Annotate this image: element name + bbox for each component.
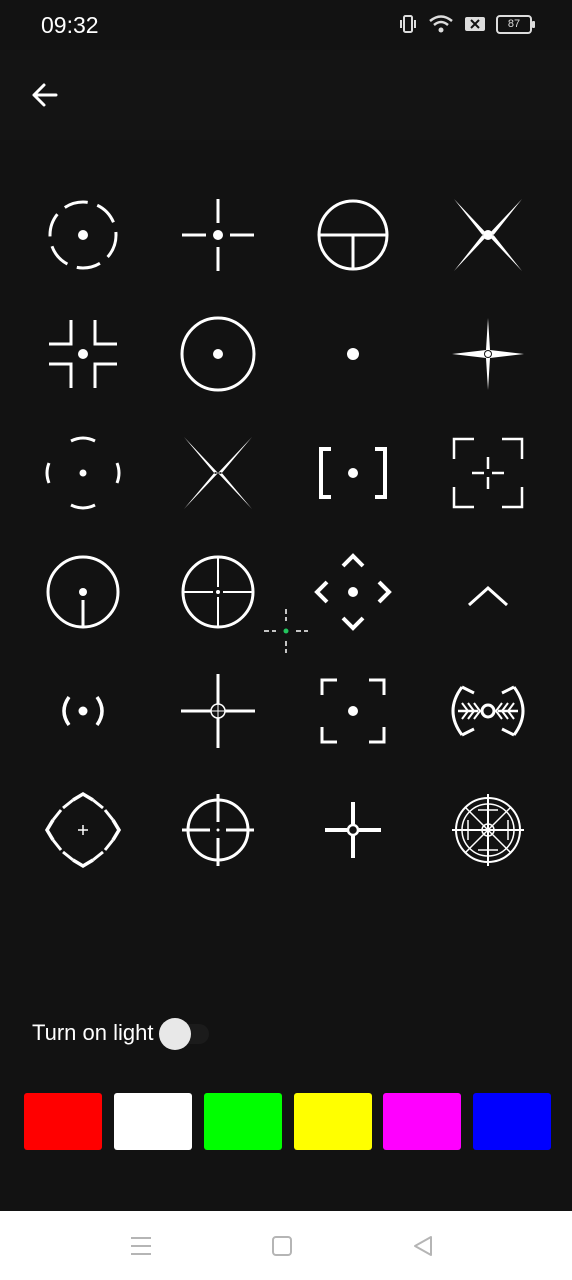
system-nav-bar: [0, 1211, 572, 1280]
crosshair-x-dot[interactable]: [438, 185, 538, 285]
crosshair-corner-frame-dot[interactable]: [303, 661, 403, 761]
toolbar: [0, 50, 572, 140]
crosshair-chevron-up-icon: [467, 585, 509, 607]
battery-icon: 87: [496, 14, 535, 34]
crosshair-fishbone-scope-icon: [451, 685, 525, 737]
crosshair-circle-tee-icon: [317, 199, 389, 271]
crosshair-diamond-segments-plus-icon: [44, 791, 122, 869]
crosshair-complex-scope[interactable]: [438, 780, 538, 880]
crosshair-bold-cross-ring-icon: [325, 802, 381, 858]
crosshair-square-brackets-dot-icon: [319, 447, 387, 499]
light-label: Turn on light: [32, 1020, 154, 1045]
crosshair-preview[interactable]: [262, 607, 310, 655]
crosshair-circle-dot-icon: [180, 316, 256, 392]
crosshair-circle-dashed-dot[interactable]: [33, 185, 133, 285]
crosshair-circle-tee[interactable]: [303, 185, 403, 285]
crosshair-x-dot-icon: [454, 199, 522, 271]
crosshair-x-blades-icon: [184, 437, 252, 509]
crosshair-parens-dot-icon: [62, 695, 104, 727]
crosshair-diamond-chevrons-dot-icon: [314, 553, 392, 631]
crosshair-circle-crosshair-icon: [181, 555, 255, 629]
crosshair-x-blades[interactable]: [168, 423, 268, 523]
crosshair-cross-gap-dot-icon: [182, 199, 254, 271]
crosshair-dashed-ring-dot-icon: [45, 436, 121, 510]
status-time: 09:32: [41, 12, 99, 38]
battery-level: 87: [507, 18, 521, 30]
color-swatch-yellow[interactable]: [294, 1093, 372, 1150]
crosshair-complex-scope-icon: [452, 794, 524, 866]
crosshair-frame-crosshair-icon: [452, 437, 524, 509]
crosshair-diamond-chevrons-dot[interactable]: [303, 542, 403, 642]
status-icons: 87: [398, 14, 535, 34]
arrow-left-icon[interactable]: [28, 78, 62, 112]
crosshair-cross-small-circle[interactable]: [168, 661, 268, 761]
back-icon[interactable]: [410, 1233, 436, 1259]
sim-off-icon: [465, 17, 485, 31]
crosshair-cross-gap-dot[interactable]: [168, 185, 268, 285]
status-bar: 09:32 87: [0, 0, 572, 50]
crosshair-circle-dashed-dot-icon: [48, 200, 118, 270]
crosshair-circle-cross-outer[interactable]: [168, 780, 268, 880]
wifi-icon: [429, 15, 453, 33]
color-picker: [24, 1093, 554, 1151]
crosshair-circle-tee-dot[interactable]: [33, 542, 133, 642]
crosshair-dot[interactable]: [303, 304, 403, 404]
crosshair-corner-brackets-dot[interactable]: [33, 304, 133, 404]
color-swatch-white[interactable]: [114, 1093, 192, 1150]
crosshair-star-cross-dot-icon: [452, 318, 524, 390]
color-swatch-green[interactable]: [204, 1093, 282, 1150]
crosshair-cross-small-circle-icon: [181, 674, 255, 748]
crosshair-square-brackets-dot[interactable]: [303, 423, 403, 523]
menu-icon[interactable]: [128, 1233, 154, 1259]
crosshair-bold-cross-ring[interactable]: [303, 780, 403, 880]
crosshair-dashed-ring-dot[interactable]: [33, 423, 133, 523]
crosshair-circle-tee-dot-icon: [46, 555, 120, 629]
crosshair-frame-crosshair[interactable]: [438, 423, 538, 523]
crosshair-circle-cross-outer-icon: [182, 794, 254, 866]
crosshair-corner-brackets-dot-icon: [49, 320, 117, 388]
color-swatch-magenta[interactable]: [383, 1093, 461, 1150]
color-swatch-red[interactable]: [24, 1093, 102, 1150]
crosshair-parens-dot[interactable]: [33, 661, 133, 761]
crosshair-circle-crosshair[interactable]: [168, 542, 268, 642]
crosshair-fishbone-scope[interactable]: [438, 661, 538, 761]
crosshair-corner-frame-dot-icon: [320, 678, 386, 744]
crosshair-dot-icon: [347, 348, 359, 360]
light-toggle[interactable]: [159, 1018, 210, 1050]
crosshair-circle-dot[interactable]: [168, 304, 268, 404]
home-icon[interactable]: [269, 1233, 295, 1259]
crosshair-chevron-up[interactable]: [438, 542, 538, 642]
crosshair-diamond-segments-plus[interactable]: [33, 780, 133, 880]
toggle-knob: [159, 1018, 192, 1050]
vibrate-icon: [400, 15, 416, 33]
crosshair-star-cross-dot[interactable]: [438, 304, 538, 404]
color-swatch-blue[interactable]: [473, 1093, 551, 1150]
light-row: Turn on light: [32, 1018, 210, 1050]
